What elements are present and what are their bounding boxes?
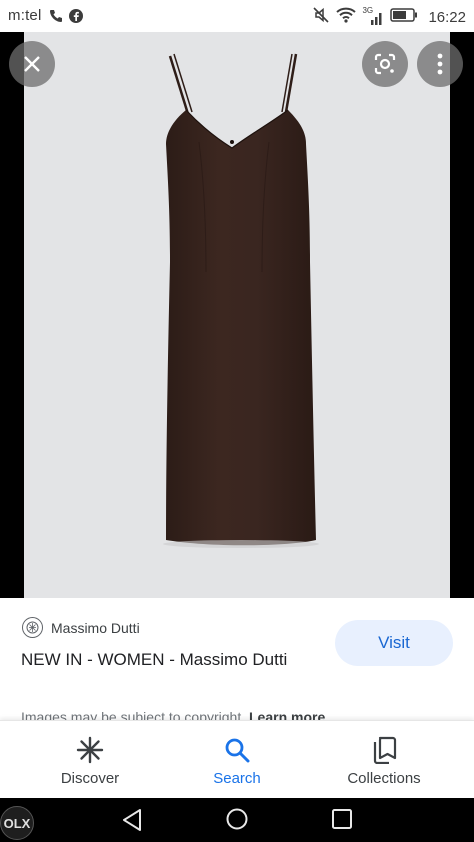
result-title[interactable]: NEW IN - WOMEN - Massimo Dutti xyxy=(21,646,311,673)
dress-illustration xyxy=(163,53,319,548)
home-button[interactable] xyxy=(225,807,249,836)
recents-button[interactable] xyxy=(331,808,353,835)
source-name: Massimo Dutti xyxy=(51,619,140,636)
source-favicon-icon xyxy=(22,617,43,638)
asterisk-icon xyxy=(76,735,104,765)
google-lens-button[interactable] xyxy=(362,41,408,87)
nav-collections[interactable]: Collections xyxy=(305,721,463,799)
visit-button[interactable]: Visit xyxy=(335,620,453,666)
nav-discover[interactable]: Discover xyxy=(11,721,169,799)
carrier-name: m:tel xyxy=(8,7,42,24)
copyright-notice: Images may be subject to copyright. Lear… xyxy=(21,709,325,720)
bottom-navigation: Discover Search Collections xyxy=(0,720,474,798)
facebook-icon xyxy=(68,8,84,28)
battery-icon xyxy=(390,8,418,26)
search-icon xyxy=(224,735,250,765)
wifi-icon xyxy=(336,7,357,27)
phone-icon xyxy=(48,8,64,28)
close-icon xyxy=(24,56,40,72)
nav-search[interactable]: Search xyxy=(158,721,316,799)
home-icon xyxy=(226,808,248,830)
copyright-text: Images may be subject to copyright. xyxy=(21,709,246,720)
google-lens-icon xyxy=(374,53,396,75)
more-options-button[interactable] xyxy=(417,41,463,87)
nav-collections-label: Collections xyxy=(347,770,421,787)
clock: 16:22 xyxy=(428,8,466,26)
status-bar: m:tel 3G 16:22 xyxy=(0,0,474,32)
product-image[interactable] xyxy=(24,32,450,598)
back-button[interactable] xyxy=(120,807,144,838)
source-row[interactable]: Massimo Dutti xyxy=(22,617,140,638)
learn-more-link[interactable]: Learn more xyxy=(249,709,325,720)
image-viewer xyxy=(0,32,474,598)
mute-icon xyxy=(312,6,330,28)
back-icon xyxy=(123,809,141,831)
close-button[interactable] xyxy=(9,41,55,87)
nav-search-label: Search xyxy=(213,770,261,787)
result-info-card: Massimo Dutti NEW IN - WOMEN - Massimo D… xyxy=(0,598,474,720)
recents-icon xyxy=(332,809,352,829)
signal-icon: 3G xyxy=(362,6,384,26)
more-vert-icon xyxy=(437,53,443,75)
collections-icon xyxy=(371,735,397,765)
nav-discover-label: Discover xyxy=(60,770,120,787)
olx-chat-head[interactable]: OLX xyxy=(0,806,34,840)
